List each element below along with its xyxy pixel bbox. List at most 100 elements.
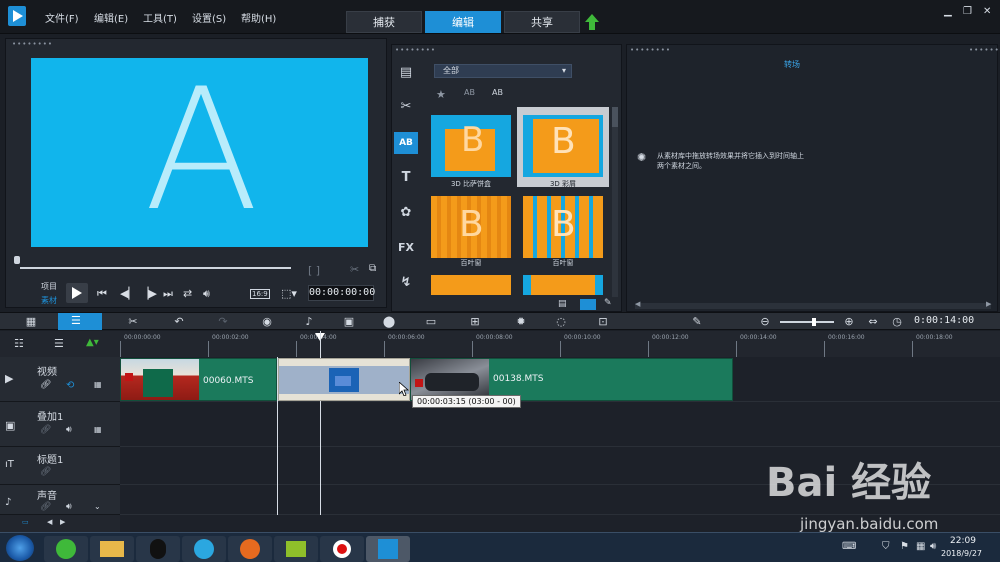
chapter-marker-icon[interactable]: ☰	[54, 337, 64, 350]
storyboard-view-icon[interactable]: ▦	[22, 314, 40, 330]
fit-project-icon[interactable]: ⇔	[864, 314, 882, 330]
link-icon[interactable]: 🔗︎	[40, 502, 51, 512]
volume-icon[interactable]: 🔊︎	[203, 287, 210, 301]
enlarge-icon[interactable]: ⧉	[369, 263, 376, 274]
zoom-slider-thumb[interactable]	[812, 318, 816, 326]
tools-icon[interactable]: ✂	[124, 314, 142, 330]
menu-tools[interactable]: 工具(T)	[143, 10, 177, 25]
instant-project-icon[interactable]: ✂	[394, 96, 418, 118]
transition-thumb[interactable]	[431, 275, 511, 295]
multi-trim-icon[interactable]: ⊞	[466, 314, 484, 330]
transition-thumb[interactable]: B	[523, 196, 603, 258]
zoom-slider[interactable]	[780, 318, 834, 326]
mute-icon[interactable]: 🔊︎	[66, 502, 72, 512]
tab-share[interactable]: 共享	[504, 11, 580, 33]
grid-toggle-icon[interactable]: ▦	[94, 380, 102, 389]
taskbar-app-recorder[interactable]	[320, 536, 364, 562]
aspect-ratio-button[interactable]: 16:9	[250, 289, 270, 299]
transition-thumb[interactable]: B	[431, 115, 511, 177]
tab-capture[interactable]: 捕获	[346, 11, 422, 33]
track-body-overlay[interactable]	[120, 402, 1000, 447]
taskbar-app-qq[interactable]	[136, 536, 180, 562]
sound-mixer-icon[interactable]: ♪	[300, 314, 318, 330]
motion-tracking-icon[interactable]: ⬤	[380, 314, 398, 330]
zoom-in-icon[interactable]: ⊕	[840, 314, 858, 330]
panel-grip[interactable]: ••••••••	[12, 40, 53, 48]
speaker-icon[interactable]: 🔊︎	[930, 541, 936, 552]
menu-edit[interactable]: 编辑(E)	[94, 10, 128, 25]
timeline-ruler[interactable]: 00:00:00:0000:00:02:0000:00:04:0000:00:0…	[120, 331, 1000, 357]
smart-package-icon[interactable]: ✎	[688, 314, 706, 330]
library-scrollbar[interactable]	[612, 107, 618, 297]
apply-random-icon[interactable]: AB	[464, 88, 475, 97]
transition-clip[interactable]	[278, 358, 410, 401]
transition-thumb[interactable]: B	[431, 196, 511, 258]
upload-arrow-icon[interactable]	[585, 14, 599, 30]
path-icon[interactable]: ↯	[394, 272, 418, 294]
link-icon[interactable]: 🔗︎	[40, 425, 51, 435]
redo-icon[interactable]: ↷	[214, 314, 232, 330]
taskbar-app-player[interactable]	[182, 536, 226, 562]
security-icon[interactable]: ⛉	[882, 541, 890, 552]
restore-icon[interactable]: ❐	[963, 6, 972, 17]
timecode-field[interactable]: 00:00:00:00	[308, 285, 375, 301]
zoom-out-icon[interactable]: ⊖	[756, 314, 774, 330]
taskbar-app-360[interactable]	[44, 536, 88, 562]
grid-toggle-icon[interactable]: ▦	[94, 425, 102, 434]
media-icon[interactable]: ▤	[394, 62, 418, 84]
panel-grip[interactable]: ••••••••	[395, 46, 436, 54]
edit-icon[interactable]: ✎	[604, 298, 612, 308]
timeline-view-button[interactable]: ☰	[58, 313, 102, 330]
undo-icon[interactable]: ↶	[170, 314, 188, 330]
mute-icon[interactable]: 🔊︎	[66, 425, 72, 435]
transition-thumb[interactable]	[523, 275, 603, 295]
prev-frame-icon[interactable]: ◀▏	[120, 287, 137, 300]
menu-file[interactable]: 文件(F)	[45, 10, 79, 25]
video-clip[interactable]: 00060.MTS	[120, 358, 277, 401]
scroll-right-icon[interactable]: ▶	[60, 518, 65, 526]
scrubber-handle[interactable]	[14, 256, 20, 264]
panel-grip[interactable]: ••••••••	[969, 46, 1000, 54]
project-mode-label[interactable]: 项目	[41, 281, 57, 292]
subtitle-editor-icon[interactable]: ▭	[422, 314, 440, 330]
library-filter-select[interactable]: 全部 ▾	[434, 64, 572, 78]
scroll-right-icon[interactable]: ▶	[986, 300, 991, 308]
favorite-add-icon[interactable]: ★	[436, 88, 446, 101]
tab-edit[interactable]: 编辑	[425, 11, 501, 33]
auto-music-icon[interactable]: ▣	[340, 314, 358, 330]
clip-mode-label[interactable]: 素材	[41, 295, 57, 306]
filter-icon[interactable]: FX	[394, 237, 418, 259]
track-manager-icon[interactable]: ☷	[14, 337, 24, 350]
resize-icon[interactable]: ⬚▾	[281, 287, 297, 300]
scroll-left-icon[interactable]: ◀	[47, 518, 52, 526]
scrubber-bar[interactable]	[20, 267, 291, 269]
network-icon[interactable]: ▦	[916, 541, 925, 552]
pan-zoom-icon[interactable]: ⊡	[594, 314, 612, 330]
link-icon[interactable]: 🔗︎	[40, 380, 51, 390]
taskbar-app-editor[interactable]	[274, 536, 318, 562]
repeat-icon[interactable]: ⇄	[183, 287, 192, 300]
clock-time[interactable]: 22:09	[950, 536, 976, 546]
go-start-icon[interactable]: ⏮	[97, 287, 107, 301]
menu-settings[interactable]: 设置(S)	[192, 10, 226, 25]
link-icon[interactable]: 🔗︎	[40, 467, 51, 477]
add-cue-icon[interactable]: ▲▾	[86, 337, 99, 348]
mark-in-icon[interactable]: [ ]	[308, 264, 320, 277]
close-icon[interactable]: ✕	[983, 6, 991, 17]
view-thumbnail-icon[interactable]	[580, 299, 596, 310]
scroll-left-icon[interactable]: ◀	[635, 300, 640, 308]
keyboard-icon[interactable]: ⌨	[842, 541, 856, 552]
taskbar-app-firefox[interactable]	[228, 536, 272, 562]
transition-icon[interactable]: AB	[394, 132, 418, 154]
ripple-edit-icon[interactable]: ⟲	[66, 380, 74, 391]
flag-icon[interactable]: ⚑	[900, 541, 909, 552]
time-remap-icon[interactable]: ✹	[512, 314, 530, 330]
clock-date[interactable]: 2018/9/27	[941, 549, 982, 558]
go-end-icon[interactable]: ⏭	[163, 287, 173, 301]
menu-help[interactable]: 帮助(H)	[241, 10, 276, 25]
apply-current-icon[interactable]: AB	[492, 88, 503, 97]
cut-icon[interactable]: ✂	[350, 263, 359, 276]
track-list-icon[interactable]: ▭	[22, 518, 29, 526]
record-capture-icon[interactable]: ◉	[258, 314, 276, 330]
play-button[interactable]	[66, 283, 88, 303]
